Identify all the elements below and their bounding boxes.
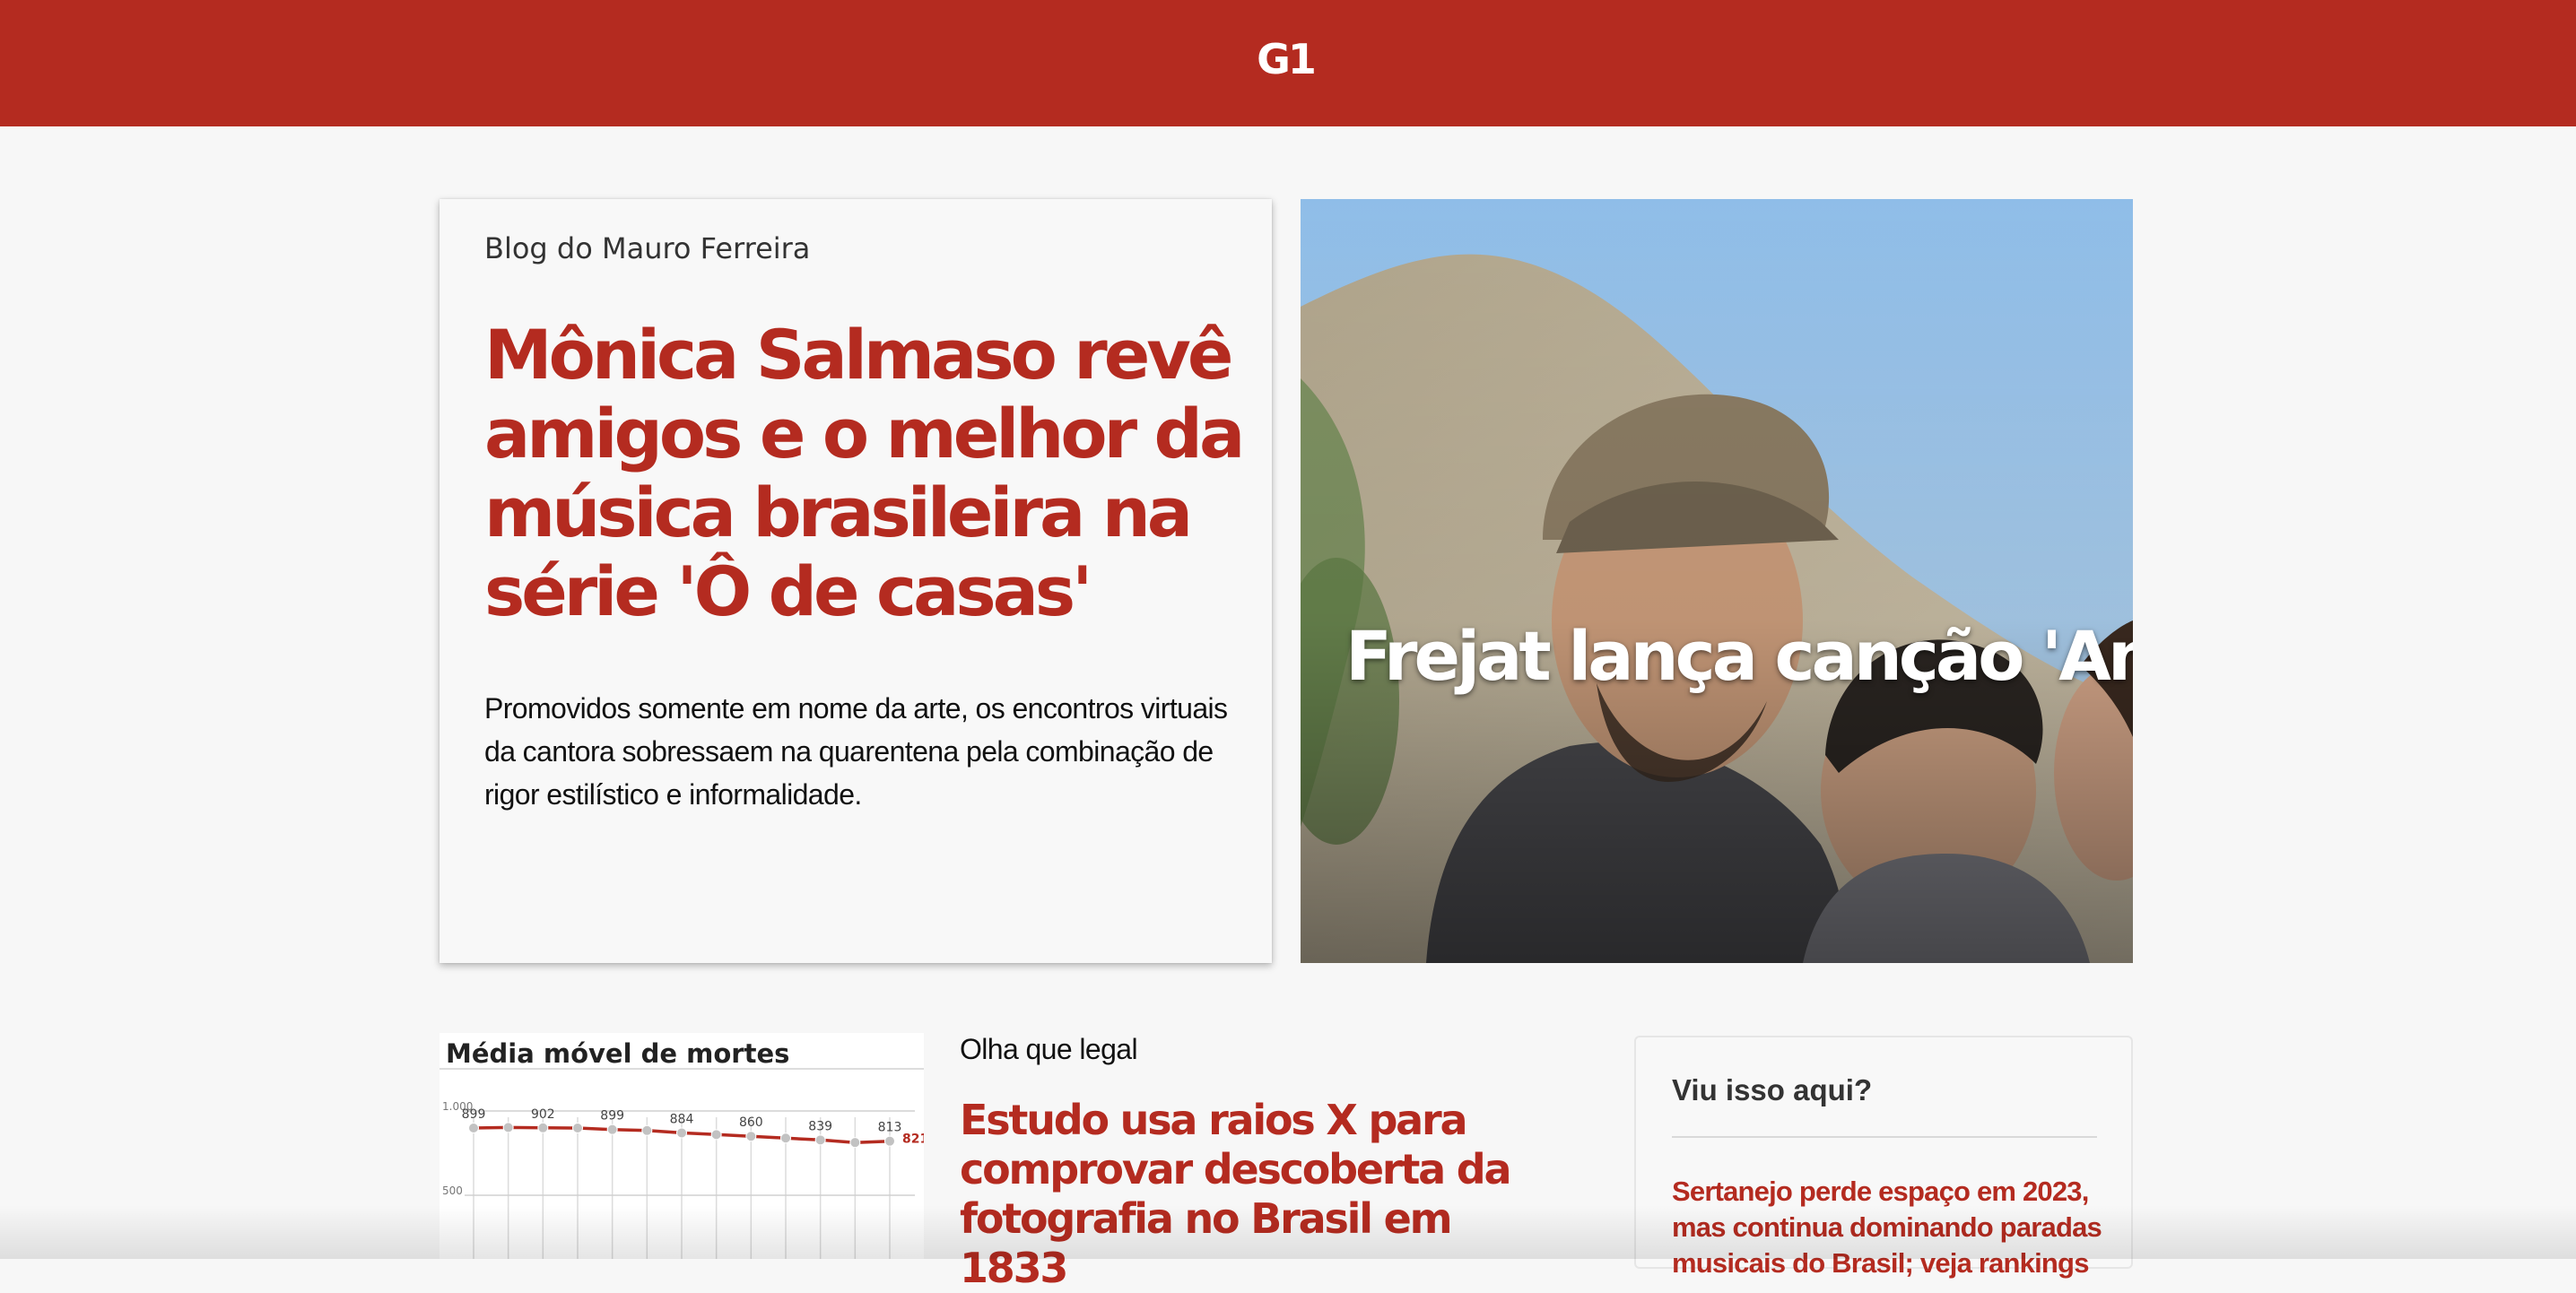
viu-isso-aqui-widget: Viu isso aqui? Sertanejo perde espaço em…: [1634, 1036, 2133, 1279]
data-point: [572, 1122, 583, 1133]
featured-story-card[interactable]: Blog do Mauro Ferreira Mônica Salmaso re…: [439, 199, 1272, 963]
data-point: [849, 1137, 861, 1149]
widget-title: Viu isso aqui?: [1672, 1073, 1873, 1106]
data-point: [606, 1124, 618, 1135]
story-photo: [1301, 199, 2133, 963]
data-point: [502, 1122, 514, 1133]
data-point: [814, 1134, 826, 1146]
data-label: 839: [808, 1119, 832, 1133]
featured-headline[interactable]: Mônica Salmaso revê amigos e o melhor da…: [484, 316, 1256, 631]
divider: [1672, 1136, 2097, 1138]
featured-summary: Promovidos somente em nome da arte, os e…: [484, 692, 1228, 811]
y-tick-label: 500: [442, 1185, 463, 1197]
site-header: G1: [0, 0, 2576, 126]
data-point: [745, 1131, 757, 1142]
svg-text:G1: G1: [1257, 38, 1314, 79]
photo-story-card[interactable]: Frejat lança canção 'Amar um pouco mais'…: [1301, 199, 2133, 963]
section-label[interactable]: Blog do Mauro Ferreira: [484, 231, 810, 265]
chart-title: Média móvel de mortes: [446, 1038, 790, 1069]
g1-logo[interactable]: G1: [1253, 38, 1318, 79]
deaths-chart-widget[interactable]: 1.000500899902899884860839813821 Média m…: [439, 1033, 924, 1259]
mid-story-headline[interactable]: Estudo usa raios X para comprovar descob…: [960, 1096, 1534, 1293]
data-point: [537, 1122, 549, 1133]
data-point: [676, 1127, 687, 1139]
data-label: 813: [878, 1121, 902, 1135]
data-label: 899: [600, 1109, 624, 1124]
photo-story-headline[interactable]: Frejat lança canção 'Amar um pouco mais'…: [1345, 617, 2133, 696]
data-label-last: 821: [902, 1132, 924, 1147]
section-label[interactable]: Olha que legal: [960, 1033, 1138, 1066]
data-label: 899: [462, 1107, 486, 1122]
data-point: [884, 1135, 895, 1147]
data-label: 884: [670, 1112, 694, 1126]
data-point: [710, 1129, 722, 1141]
data-point: [780, 1132, 791, 1144]
data-point: [641, 1124, 653, 1136]
data-label: 860: [739, 1115, 763, 1130]
widget-story-link[interactable]: Sertanejo perde espaço em 2023, mas cont…: [1672, 1174, 2111, 1281]
data-label: 902: [531, 1107, 555, 1122]
data-point: [468, 1122, 479, 1133]
